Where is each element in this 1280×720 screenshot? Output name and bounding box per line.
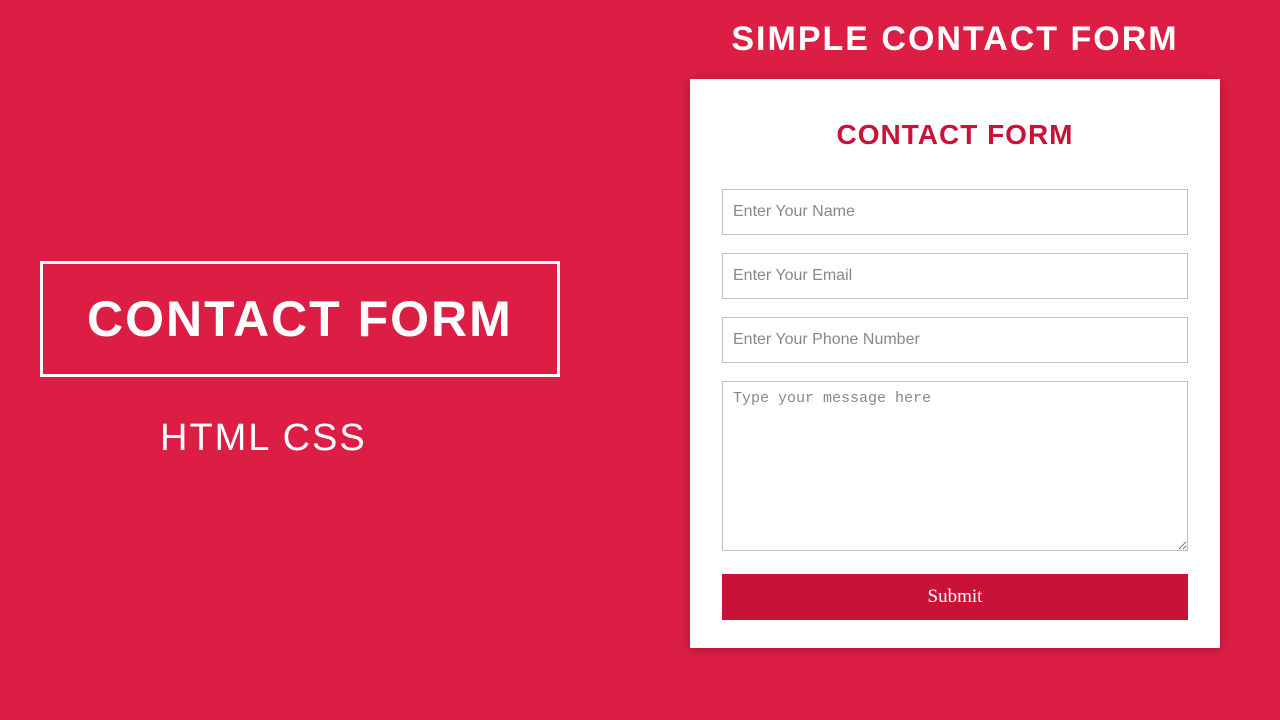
phone-input[interactable] <box>722 317 1188 363</box>
form-title: CONTACT FORM <box>722 119 1188 151</box>
contact-form-card: CONTACT FORM Submit <box>690 79 1220 648</box>
name-input[interactable] <box>722 189 1188 235</box>
submit-button[interactable]: Submit <box>722 574 1188 620</box>
html-css-subtitle: HTML CSS <box>160 417 367 460</box>
right-panel: SIMPLE CONTACT FORM CONTACT FORM Submit <box>690 20 1220 648</box>
contact-form-box-title: CONTACT FORM <box>40 261 560 377</box>
simple-contact-form-header: SIMPLE CONTACT FORM <box>690 20 1220 59</box>
message-textarea[interactable] <box>722 381 1188 551</box>
left-panel: CONTACT FORM HTML CSS <box>0 0 640 720</box>
email-input[interactable] <box>722 253 1188 299</box>
